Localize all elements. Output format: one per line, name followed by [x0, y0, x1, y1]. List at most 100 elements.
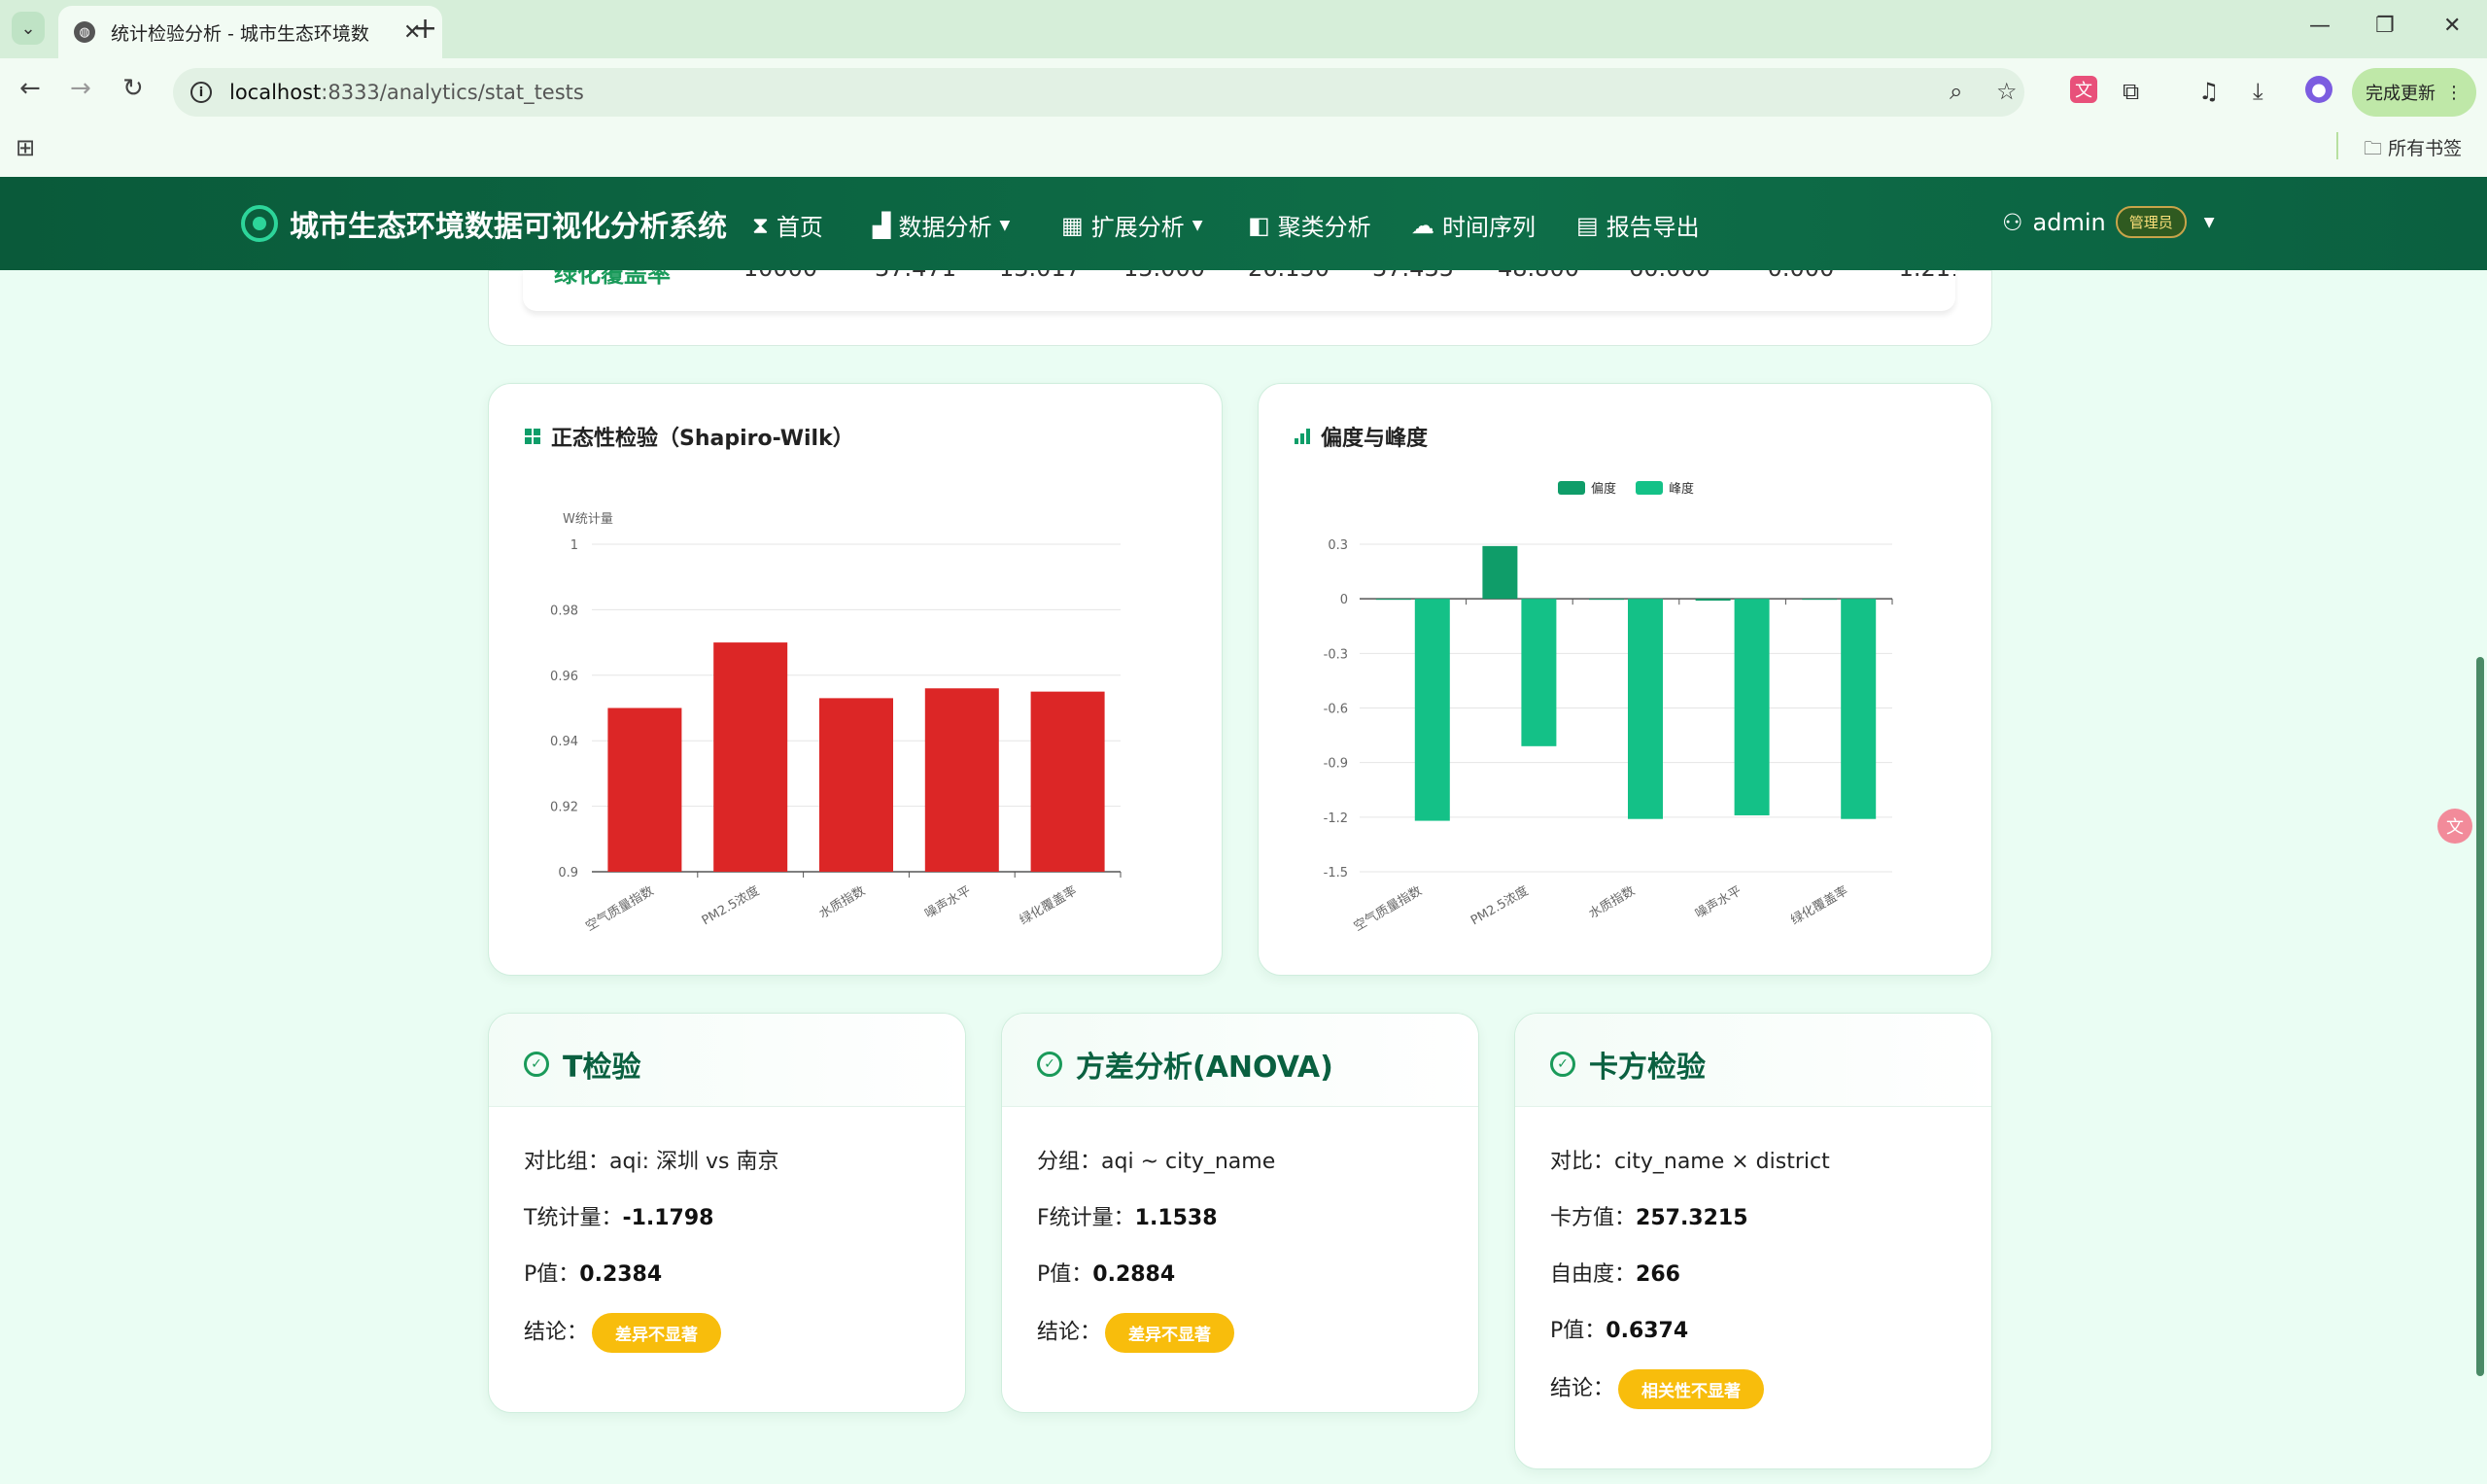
y-tick-label: -1.5 [1324, 866, 1348, 880]
nav-report-export[interactable]: ▤ 报告导出 [1576, 208, 1700, 242]
y-tick-label: -0.3 [1324, 647, 1348, 662]
x-tick-label: 水质指数 [1586, 883, 1638, 921]
address-bar[interactable]: i localhost:8333/analytics/stat_tests [173, 68, 2024, 117]
file-icon: ▤ [1576, 211, 1599, 239]
apps-grid-icon[interactable]: ⊞ [16, 134, 35, 161]
tab-search-button[interactable]: ⌄ [12, 12, 45, 45]
normality-test-card: 正态性检验（Shapiro-Wilk） W统计量 0.9 0.92 0.94 0.96 0… [488, 383, 1223, 976]
df-line: 自由度：266 [1550, 1262, 1680, 1287]
bar [924, 688, 999, 872]
brand[interactable]: 城市生态环境数据可视化分析系统 [241, 202, 727, 245]
profile-avatar-icon[interactable]: ● [2305, 76, 2332, 103]
bar [1030, 691, 1105, 872]
back-icon[interactable]: ← [19, 74, 41, 103]
stat-line: T统计量：-1.1798 [524, 1206, 714, 1230]
x-tick-label: 水质指数 [816, 883, 868, 921]
y-tick-label: -0.6 [1324, 703, 1348, 717]
table-cell: 48.800 [1475, 270, 1602, 289]
chi-square-card: ✓ 卡方检验 对比：city_name × district 卡方值：257.32… [1514, 1013, 1992, 1469]
zoom-icon[interactable]: ⌕ [1950, 78, 1962, 105]
anova-title: ✓ 方差分析(ANOVA) [1037, 1043, 1333, 1086]
bar [1521, 599, 1557, 746]
grid-icon: ▦ [1061, 211, 1084, 239]
y-tick-label: 1 [570, 538, 578, 553]
cloud-icon: ☁ [1411, 211, 1434, 239]
forward-icon[interactable]: → [70, 74, 91, 103]
y-tick-label: 0.3 [1328, 538, 1348, 553]
conclusion-line: 结论： 相关性不显著 [1550, 1369, 1765, 1409]
table-cell: 1.211 [1864, 270, 1955, 289]
bar [819, 698, 893, 872]
translate-extension-icon[interactable]: 文 [2070, 76, 2097, 103]
globe-icon: ◍ [74, 21, 95, 43]
minimize-icon[interactable]: — [2309, 14, 2331, 38]
legend-label: 峰度 [1669, 481, 1694, 497]
caret-down-icon: ▼ [999, 217, 1011, 233]
user-menu[interactable]: ⚇ admin 管理员 ▼ [2002, 206, 2215, 238]
caret-down-icon: ▼ [1192, 217, 1203, 233]
nav-data-analysis[interactable]: ▟ 数据分析 ▼ [873, 208, 1010, 242]
table-cell: 13.017 [978, 270, 1102, 289]
check-circle-icon: ✓ [1550, 1052, 1575, 1077]
translate-float-icon[interactable]: 文 [2437, 809, 2472, 844]
nav-time-series[interactable]: ☁ 时间序列 [1411, 208, 1536, 242]
bar [713, 642, 788, 872]
folder-icon: 🗀 [2364, 138, 2383, 159]
download-icon[interactable]: ⤓ [2253, 78, 2263, 105]
url-text[interactable]: localhost:8333/analytics/stat_tests [229, 81, 584, 104]
table-row: 绿化覆盖率 1000037.47113.01715.00026.15037.43… [523, 270, 1955, 289]
close-window-icon[interactable]: ✕ [2443, 14, 2461, 38]
normality-bar-chart: W统计量 0.9 0.92 0.94 0.96 0.98 1 空气质量指数 PM2.5浓度 水质指… [550, 512, 1122, 934]
page-scrollbar[interactable] [2476, 657, 2484, 1376]
browser-tab[interactable]: ◍ 统计检验分析 - 城市生态环境数 ✕ [58, 6, 442, 58]
update-button[interactable]: 完成更新 ⋮ [2352, 68, 2476, 117]
extensions-icon[interactable]: ⧉ [2123, 78, 2139, 105]
y-tick-label: 0.96 [550, 670, 578, 684]
y-axis-label: W统计量 [563, 512, 613, 527]
reload-icon[interactable]: ↻ [122, 74, 144, 103]
bar [1802, 599, 1838, 601]
nav-extended-analysis[interactable]: ▦ 扩展分析 ▼ [1061, 208, 1202, 242]
p-value-line: P值：0.2384 [524, 1262, 663, 1287]
username: admin [2032, 208, 2106, 236]
restore-icon[interactable]: ❐ [2375, 14, 2395, 38]
hourglass-icon: ⧗ [752, 211, 769, 239]
table-cell: 60.000 [1602, 270, 1738, 289]
bar [1589, 599, 1624, 601]
x-tick-label: PM2.5浓度 [699, 883, 762, 929]
t-test-title: ✓ T检验 [524, 1043, 640, 1086]
y-tick-label: 0.9 [558, 866, 578, 880]
conclusion-line: 结论： 差异不显著 [524, 1313, 722, 1353]
new-tab-button[interactable]: + [413, 12, 437, 46]
row-label: 绿化覆盖率 [554, 270, 671, 288]
x-tick-label: 噪声水平 [1693, 883, 1744, 921]
table-cell: 37.435 [1351, 270, 1475, 289]
p-value-line: P值：0.2884 [1037, 1262, 1176, 1287]
x-tick-label: PM2.5浓度 [1468, 883, 1531, 929]
role-badge: 管理员 [2115, 206, 2187, 238]
table-cell: 10000 [708, 270, 853, 289]
group-line: 分组：aqi ~ city_name [1037, 1150, 1276, 1174]
legend-swatch [1636, 481, 1663, 495]
conclusion-line: 结论： 差异不显著 [1037, 1313, 1235, 1353]
site-info-icon[interactable]: i [190, 82, 212, 103]
conclusion-badge: 差异不显著 [592, 1313, 722, 1353]
bar [1841, 599, 1877, 819]
y-tick-label: 0 [1340, 593, 1348, 607]
bar [1414, 599, 1450, 821]
table-cell: 26.150 [1226, 270, 1351, 289]
stat-line: F统计量：1.1538 [1037, 1206, 1218, 1230]
panel-icon: ◧ [1248, 211, 1270, 239]
table-cell: 0.000 [1738, 270, 1864, 289]
nav-home[interactable]: ⧗ 首页 [752, 208, 823, 242]
all-bookmarks-button[interactable]: 🗀 所有书签 [2364, 134, 2462, 166]
conclusion-badge: 差异不显著 [1105, 1313, 1235, 1353]
anova-card: ✓ 方差分析(ANOVA) 分组：aqi ~ city_name F统计量：1.1… [1001, 1013, 1479, 1413]
x-tick-label: 绿化覆盖率 [1017, 883, 1079, 928]
y-tick-label: -1.2 [1324, 811, 1348, 826]
legend-label: 偏度 [1591, 481, 1616, 497]
star-icon[interactable]: ☆ [1996, 78, 2018, 105]
nav-cluster-analysis[interactable]: ◧ 聚类分析 [1248, 208, 1371, 242]
media-icon[interactable]: ♫ [2198, 78, 2220, 105]
brand-title: 城市生态环境数据可视化分析系统 [290, 210, 727, 244]
